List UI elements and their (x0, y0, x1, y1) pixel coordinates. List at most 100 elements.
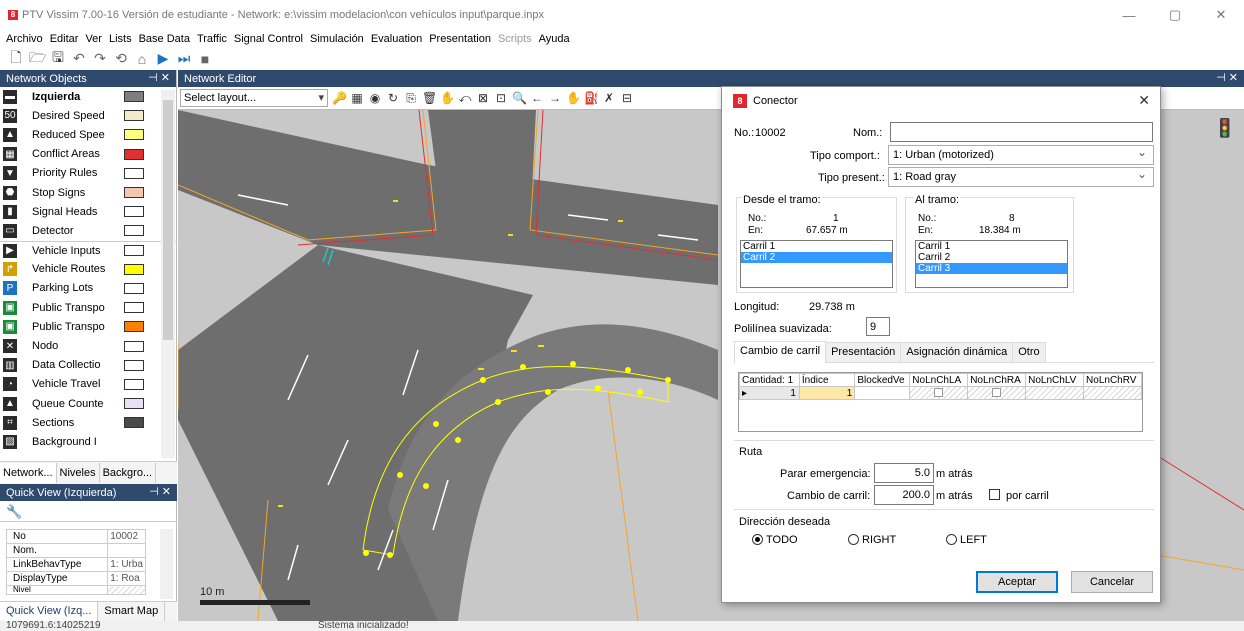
maximize-button[interactable]: ▢ (1152, 0, 1198, 30)
col-blockedve[interactable]: BlockedVe (854, 373, 911, 387)
zoom-window-icon[interactable]: ⊡ (494, 91, 508, 105)
table-row[interactable]: ▸ 1 1 (739, 386, 1142, 400)
col-nolnchla[interactable]: NoLnChLA (909, 373, 969, 387)
network-object-item[interactable]: ◔ Vehicle Travel (0, 375, 177, 394)
nolnchla-cell[interactable] (909, 386, 969, 400)
qv-value[interactable] (107, 585, 146, 595)
nolnchlv-cell[interactable] (1025, 386, 1085, 400)
fuel-icon[interactable]: ⛽ (584, 91, 599, 105)
open-folder-icon[interactable]: 🗁 (29, 47, 46, 71)
col-nolnchlv[interactable]: NoLnChLV (1025, 373, 1085, 387)
color-swatch[interactable] (124, 167, 144, 179)
menu-traffic[interactable]: Traffic (197, 33, 227, 45)
qv-value[interactable]: 10002 (107, 529, 146, 544)
direction-left-radio[interactable] (946, 534, 957, 545)
table-row[interactable]: LinkBehavType 1: Urba (5, 557, 146, 572)
direction-all-radio[interactable] (752, 534, 763, 545)
col-nolnchra[interactable]: NoLnChRA (967, 373, 1027, 387)
delete-icon[interactable]: 🗑 (422, 91, 437, 105)
color-swatch[interactable] (124, 302, 144, 314)
col-cantidad[interactable]: Cantidad: 1 (739, 373, 800, 387)
col-nolnchrv[interactable]: NoLnChRV (1083, 373, 1142, 387)
color-swatch[interactable] (124, 187, 144, 199)
tab-quick-view[interactable]: Quick View (Izq... (0, 602, 99, 621)
nolnchla-checkbox[interactable] (934, 388, 944, 397)
undo-icon[interactable]: ↶ (71, 50, 87, 67)
network-object-item[interactable]: ⌗ Sections (0, 413, 177, 432)
tab-network-objects[interactable]: Network... (0, 463, 57, 483)
close-icon[interactable]: ✕ (1138, 92, 1150, 109)
editor-header-controls[interactable]: ⊣ ✕ (1216, 71, 1238, 84)
lane-change-grid[interactable]: Cantidad: 1 Índice BlockedVe NoLnChLA No… (738, 372, 1143, 432)
qv-value[interactable] (107, 543, 146, 558)
color-swatch[interactable] (124, 91, 144, 103)
network-objects-scrollbar[interactable] (161, 90, 175, 458)
color-swatch[interactable] (124, 340, 144, 352)
network-object-item[interactable]: ▬ Izquierda (0, 87, 177, 106)
tab-smart-map[interactable]: Smart Map (98, 602, 166, 621)
accept-button[interactable]: Aceptar (976, 571, 1058, 593)
emergency-stop-field[interactable]: 5.0 (874, 463, 934, 483)
new-file-icon[interactable]: 🗋 (8, 47, 24, 71)
stop-icon[interactable]: ■ (197, 51, 213, 67)
display-type-select[interactable]: 1: Road gray (888, 165, 1154, 187)
network-object-item[interactable]: ▦ Conflict Areas (0, 145, 177, 164)
tab-cambio-de-carril[interactable]: Cambio de carril (734, 341, 827, 363)
network-object-item[interactable]: ▼ Priority Rules (0, 164, 177, 183)
nolnchrv-cell[interactable] (1083, 386, 1142, 400)
qv-value[interactable]: 1: Roa (107, 571, 146, 586)
network-object-item[interactable]: ▮ Signal Heads (0, 202, 177, 221)
nolnchra-cell[interactable] (967, 386, 1027, 400)
network-object-item[interactable]: ▨ Background I (0, 432, 177, 451)
menu-presentation[interactable]: Presentation (429, 33, 491, 45)
color-swatch[interactable] (124, 321, 144, 333)
list-item[interactable]: Carril 3 (916, 263, 1067, 274)
network-object-item[interactable]: ▲ Reduced Spee (0, 125, 177, 144)
menu-simulacion[interactable]: Simulación (310, 33, 364, 45)
color-swatch[interactable] (124, 110, 144, 122)
network-object-item[interactable]: ▣ Public Transpo (0, 317, 177, 336)
network-object-item[interactable]: ↱ Vehicle Routes (0, 260, 177, 279)
menu-ayuda[interactable]: Ayuda (539, 33, 570, 45)
play-icon[interactable]: ▶ (155, 50, 171, 67)
copy-icon[interactable]: ⎘ (404, 91, 418, 106)
wrench-icon[interactable]: 🔧 (0, 501, 177, 522)
list-item[interactable]: Carril 1 (916, 241, 1067, 252)
list-item[interactable]: Carril 2 (741, 252, 892, 263)
panel-controls[interactable]: ⊣ ✕ (148, 71, 170, 84)
grid-icon[interactable]: ▦ (350, 91, 364, 105)
color-swatch[interactable] (124, 282, 144, 294)
wrench-icon[interactable]: 🔑 (332, 91, 347, 105)
table-row[interactable]: Nivel (5, 585, 146, 595)
save-icon[interactable]: 🖫 (50, 47, 66, 71)
to-lanes-list[interactable]: Carril 1 Carril 2 Carril 3 (915, 240, 1068, 288)
blocked-cell[interactable] (854, 386, 911, 400)
back-arrow-icon[interactable]: ← (530, 91, 544, 105)
color-swatch[interactable] (124, 148, 144, 160)
color-swatch[interactable] (124, 129, 144, 141)
zoom-icon[interactable]: 🔍 (512, 91, 527, 105)
list-item[interactable]: Carril 1 (741, 241, 892, 252)
tab-presentacion[interactable]: Presentación (825, 342, 902, 362)
zoom-extent-icon[interactable]: ⊠ (476, 91, 490, 105)
table-row[interactable]: DisplayType 1: Roa (5, 571, 146, 586)
cancel-button[interactable]: Cancelar (1071, 571, 1153, 593)
color-swatch[interactable] (124, 398, 144, 410)
menu-signal-control[interactable]: Signal Control (234, 33, 303, 45)
collapse-icon[interactable]: ⊟ (620, 91, 634, 105)
network-object-item[interactable]: ▶ Vehicle Inputs (0, 240, 177, 260)
color-swatch[interactable] (124, 378, 144, 390)
direction-right-radio[interactable] (848, 534, 859, 545)
from-lanes-list[interactable]: Carril 1 Carril 2 (740, 240, 893, 288)
list-item[interactable]: Carril 2 (916, 252, 1067, 263)
pan-icon[interactable]: ✋ (440, 91, 455, 105)
color-swatch[interactable] (124, 417, 144, 429)
network-object-item[interactable]: ▣ Public Transpo (0, 298, 177, 317)
forward-arrow-icon[interactable]: → (548, 91, 562, 105)
network-object-item[interactable]: ✕ Nodo (0, 336, 177, 355)
network-object-item[interactable]: ▲ Queue Counte (0, 394, 177, 413)
layout-select[interactable]: Select layout... (180, 89, 328, 107)
color-swatch[interactable] (124, 225, 144, 237)
color-swatch[interactable] (124, 245, 144, 257)
row-header[interactable]: ▸ 1 (739, 386, 800, 400)
